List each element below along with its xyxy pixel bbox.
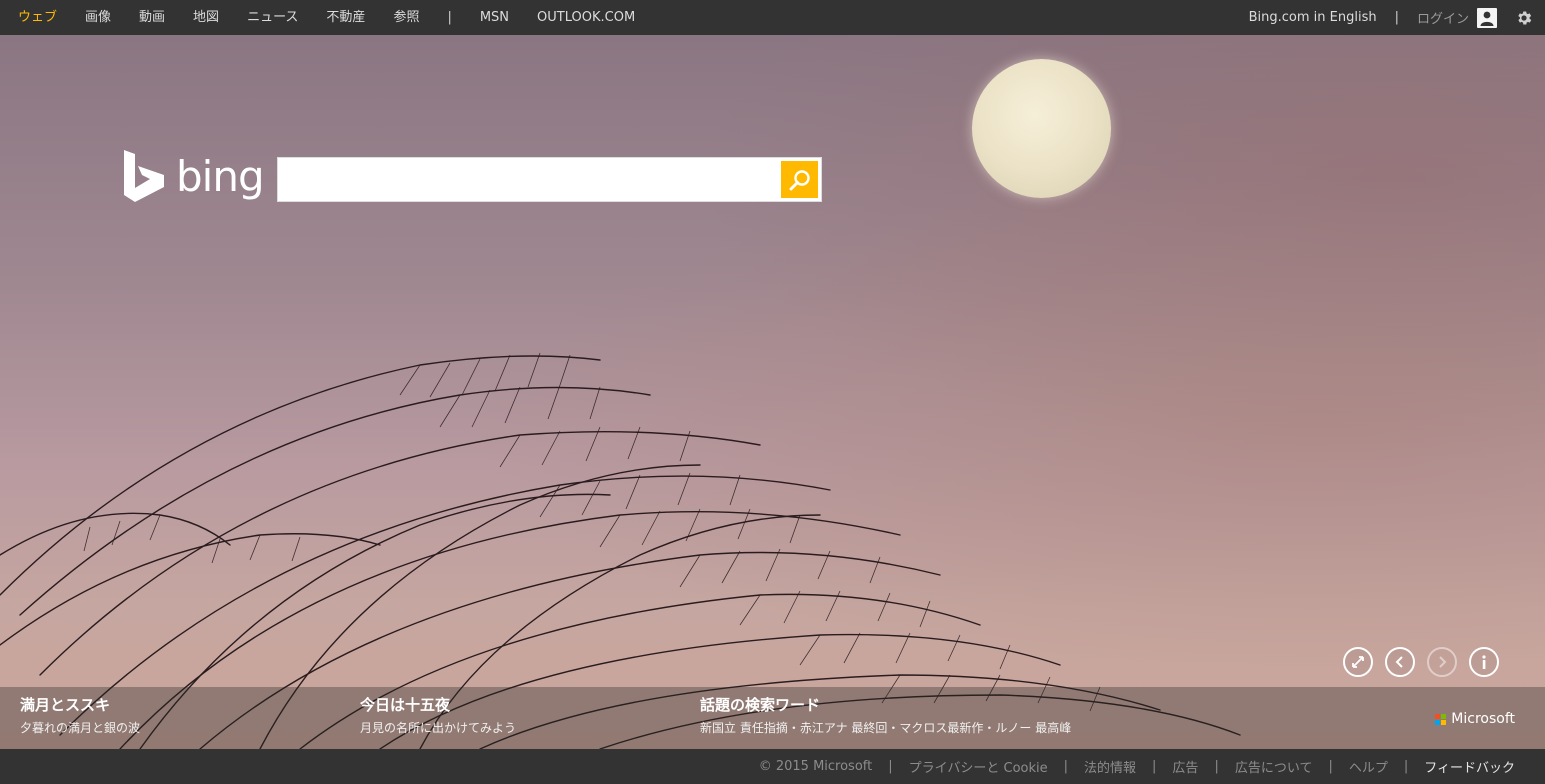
search-box	[277, 157, 822, 202]
footer-separator: |	[1214, 759, 1219, 774]
caption-subtitle: 夕暮れの満月と銀の波	[20, 721, 141, 735]
caption-strip: 満月とススキ 夕暮れの満月と銀の波 今日は十五夜 月見の名所に出かけてみよう 話…	[0, 687, 1545, 749]
bing-logo[interactable]: bing	[124, 150, 265, 202]
microsoft-squares-icon	[1435, 713, 1447, 725]
footer-separator: |	[1152, 759, 1157, 774]
caption-title: 今日は十五夜	[360, 696, 451, 714]
info-icon	[1482, 655, 1486, 669]
search-icon	[789, 169, 810, 190]
nav-maps[interactable]: 地図	[179, 0, 233, 35]
footer: © 2015 Microsoft | プライバシーと Cookie | 法的情報…	[0, 749, 1545, 784]
fullscreen-button[interactable]	[1343, 647, 1373, 677]
next-image-button[interactable]	[1427, 647, 1457, 677]
image-controls	[1343, 647, 1511, 677]
pampas-grass-silhouette	[0, 352, 1241, 749]
gear-icon[interactable]	[1515, 9, 1533, 27]
footer-separator: |	[1403, 759, 1409, 774]
previous-image-button[interactable]	[1385, 647, 1415, 677]
caption-today[interactable]: 今日は十五夜 月見の名所に出かけてみよう	[360, 695, 516, 737]
nav-msn[interactable]: MSN	[466, 0, 523, 35]
footer-advertise-link[interactable]: 広告	[1172, 757, 1198, 776]
nav-web[interactable]: ウェブ	[0, 0, 71, 35]
footer-privacy-link[interactable]: プライバシーと Cookie	[909, 757, 1048, 776]
caption-trending[interactable]: 話題の検索ワード 新国立 責任指摘・赤江アナ 最終回・マクロス最新作・ルノー 最…	[700, 695, 1071, 737]
info-button[interactable]	[1469, 647, 1499, 677]
footer-separator: |	[888, 759, 893, 774]
microsoft-logo[interactable]: Microsoft	[1435, 711, 1515, 727]
nav-separator: |	[447, 10, 452, 25]
footer-separator: |	[1063, 759, 1069, 774]
login-link[interactable]: ログイン	[1417, 8, 1469, 27]
caption-title: 話題の検索ワード	[700, 696, 821, 714]
caption-subtitle: 月見の名所に出かけてみよう	[360, 721, 517, 735]
bing-logo-text: bing	[176, 151, 265, 201]
nav-outlook[interactable]: OUTLOOK.COM	[523, 0, 649, 35]
search-button[interactable]	[781, 161, 818, 198]
footer-copyright: © 2015 Microsoft	[758, 759, 873, 774]
footer-legal-link[interactable]: 法的情報	[1084, 757, 1136, 776]
caption-title: 満月とススキ	[20, 696, 111, 714]
fullscreen-icon	[1352, 656, 1364, 668]
caption-image-story[interactable]: 満月とススキ 夕暮れの満月と銀の波	[20, 695, 140, 737]
previous-icon	[1395, 656, 1403, 668]
nav-news[interactable]: ニュース	[233, 0, 312, 35]
scope-nav: ウェブ 画像 動画 地図 ニュース 不動産 参照 | MSN OUTLOOK.C…	[0, 0, 649, 35]
caption-subtitle: 新国立 責任指摘・赤江アナ 最終回・マクロス最新作・ルノー 最高峰	[700, 721, 1072, 735]
nav-real-estate[interactable]: 不動産	[312, 0, 379, 35]
top-navigation-bar: ウェブ 画像 動画 地図 ニュース 不動産 参照 | MSN OUTLOOK.C…	[0, 0, 1545, 35]
account-area: Bing.com in English | ログイン	[1249, 0, 1545, 35]
english-link[interactable]: Bing.com in English	[1249, 10, 1377, 25]
user-icon[interactable]	[1477, 7, 1497, 28]
footer-help-link[interactable]: ヘルプ	[1349, 757, 1388, 776]
nav-videos[interactable]: 動画	[125, 0, 179, 35]
right-separator: |	[1394, 10, 1399, 25]
footer-separator: |	[1328, 759, 1333, 774]
bing-logo-icon	[124, 150, 164, 202]
microsoft-logo-text: Microsoft	[1451, 711, 1515, 727]
search-input[interactable]	[278, 158, 778, 201]
footer-feedback-link[interactable]: フィードバック	[1424, 757, 1515, 776]
footer-about-ads-link[interactable]: 広告について	[1235, 757, 1313, 776]
nav-images[interactable]: 画像	[71, 0, 125, 35]
background-image	[0, 35, 1545, 749]
nav-reference[interactable]: 参照	[379, 0, 433, 35]
next-icon	[1439, 656, 1447, 668]
